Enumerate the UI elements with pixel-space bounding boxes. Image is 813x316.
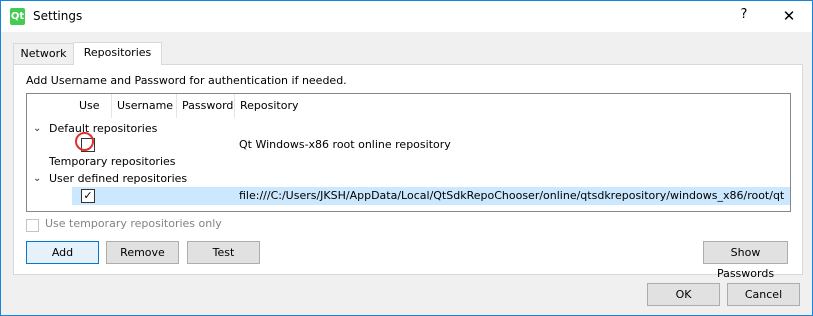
expand-arrow-icon[interactable]: ⌄ [33, 170, 41, 187]
group-default-repositories[interactable]: Default repositories [49, 120, 157, 137]
highlight-circle [75, 132, 94, 151]
temporary-only-label: Use temporary repositories only [45, 217, 222, 230]
remove-button[interactable]: Remove [106, 241, 179, 264]
title-bar: Qt Settings ? ✕ [1, 1, 812, 32]
show-passwords-button[interactable]: Show Passwords [703, 241, 788, 280]
user-repo-url: file:///C:/Users/JKSH/AppData/Local/QtSd… [239, 189, 785, 202]
expand-arrow-icon[interactable]: ⌄ [33, 120, 41, 137]
help-button[interactable]: ? [736, 7, 752, 25]
tab-network[interactable]: Network [13, 43, 74, 65]
close-button[interactable]: ✕ [779, 6, 799, 26]
temporary-only-checkbox[interactable] [26, 219, 39, 232]
add-button[interactable]: Add [26, 241, 99, 264]
info-text: Add Username and Password for authentica… [26, 74, 347, 87]
user-repo-use-checkbox[interactable]: ✓ [81, 189, 95, 203]
cancel-button[interactable]: Cancel [727, 283, 800, 306]
column-header-username[interactable]: Username [112, 94, 177, 118]
column-header-use[interactable]: Use [74, 94, 112, 118]
settings-dialog: Qt Settings ? ✕ Network Repositories Add… [0, 0, 813, 316]
column-header-repository[interactable]: Repository [235, 94, 788, 118]
qt-logo-icon: Qt [10, 8, 25, 25]
default-repo-name: Qt Windows-x86 root online repository [239, 138, 451, 151]
test-button[interactable]: Test [187, 241, 260, 264]
repository-tree[interactable]: Use Username Password Repository ⌄ Defau… [26, 93, 791, 212]
repositories-tab-pane: Add Username and Password for authentica… [13, 64, 803, 280]
group-user-defined-repositories[interactable]: User defined repositories [49, 170, 187, 187]
window-title: Settings [33, 9, 83, 23]
column-header-password[interactable]: Password [177, 94, 235, 118]
group-temporary-repositories[interactable]: Temporary repositories [49, 153, 176, 170]
tab-repositories[interactable]: Repositories [73, 42, 162, 65]
ok-button[interactable]: OK [647, 283, 720, 306]
